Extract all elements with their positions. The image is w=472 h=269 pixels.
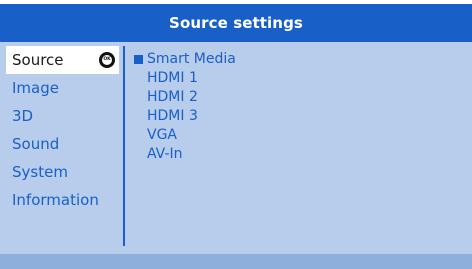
source-item-label: HDMI 2 [147, 89, 198, 105]
source-item-vga[interactable]: VGA [134, 126, 236, 145]
source-item-av-in[interactable]: AV-In [134, 145, 236, 164]
menu-item-label: Sound [12, 135, 60, 153]
source-item-label: Smart Media [147, 51, 236, 67]
tv-menu-screen: Source settings Source OK Image 3D Sound… [0, 0, 472, 269]
source-item-hdmi-2[interactable]: HDMI 2 [134, 88, 236, 107]
ok-icon-label: OK [102, 55, 112, 65]
menu-item-information[interactable]: Information [6, 186, 120, 214]
menu-item-label: Image [12, 79, 59, 97]
source-item-label: HDMI 1 [147, 70, 198, 86]
menu-item-image[interactable]: Image [6, 74, 120, 102]
left-menu: Source OK Image 3D Sound System Informat… [6, 46, 120, 214]
menu-item-system[interactable]: System [6, 158, 120, 186]
source-item-hdmi-3[interactable]: HDMI 3 [134, 107, 236, 126]
source-item-label: HDMI 3 [147, 108, 198, 124]
page-title: Source settings [169, 14, 303, 32]
menu-item-label: System [12, 163, 68, 181]
menu-divider [123, 46, 125, 246]
source-item-label: AV-In [147, 146, 183, 162]
source-item-smart-media[interactable]: Smart Media [134, 50, 236, 69]
menu-item-sound[interactable]: Sound [6, 130, 120, 158]
bottom-bar [0, 254, 472, 269]
source-list: Smart Media HDMI 1 HDMI 2 HDMI 3 VGA AV-… [134, 50, 236, 164]
title-bar: Source settings [0, 4, 472, 42]
menu-item-3d[interactable]: 3D [6, 102, 120, 130]
menu-item-source[interactable]: Source OK [6, 46, 119, 74]
ok-icon[interactable]: OK [99, 52, 115, 68]
menu-item-label: Information [12, 191, 99, 209]
square-marker-icon [134, 55, 143, 64]
source-item-hdmi-1[interactable]: HDMI 1 [134, 69, 236, 88]
menu-item-label: 3D [12, 107, 34, 125]
menu-item-label: Source [12, 51, 64, 69]
source-item-label: VGA [147, 127, 178, 143]
